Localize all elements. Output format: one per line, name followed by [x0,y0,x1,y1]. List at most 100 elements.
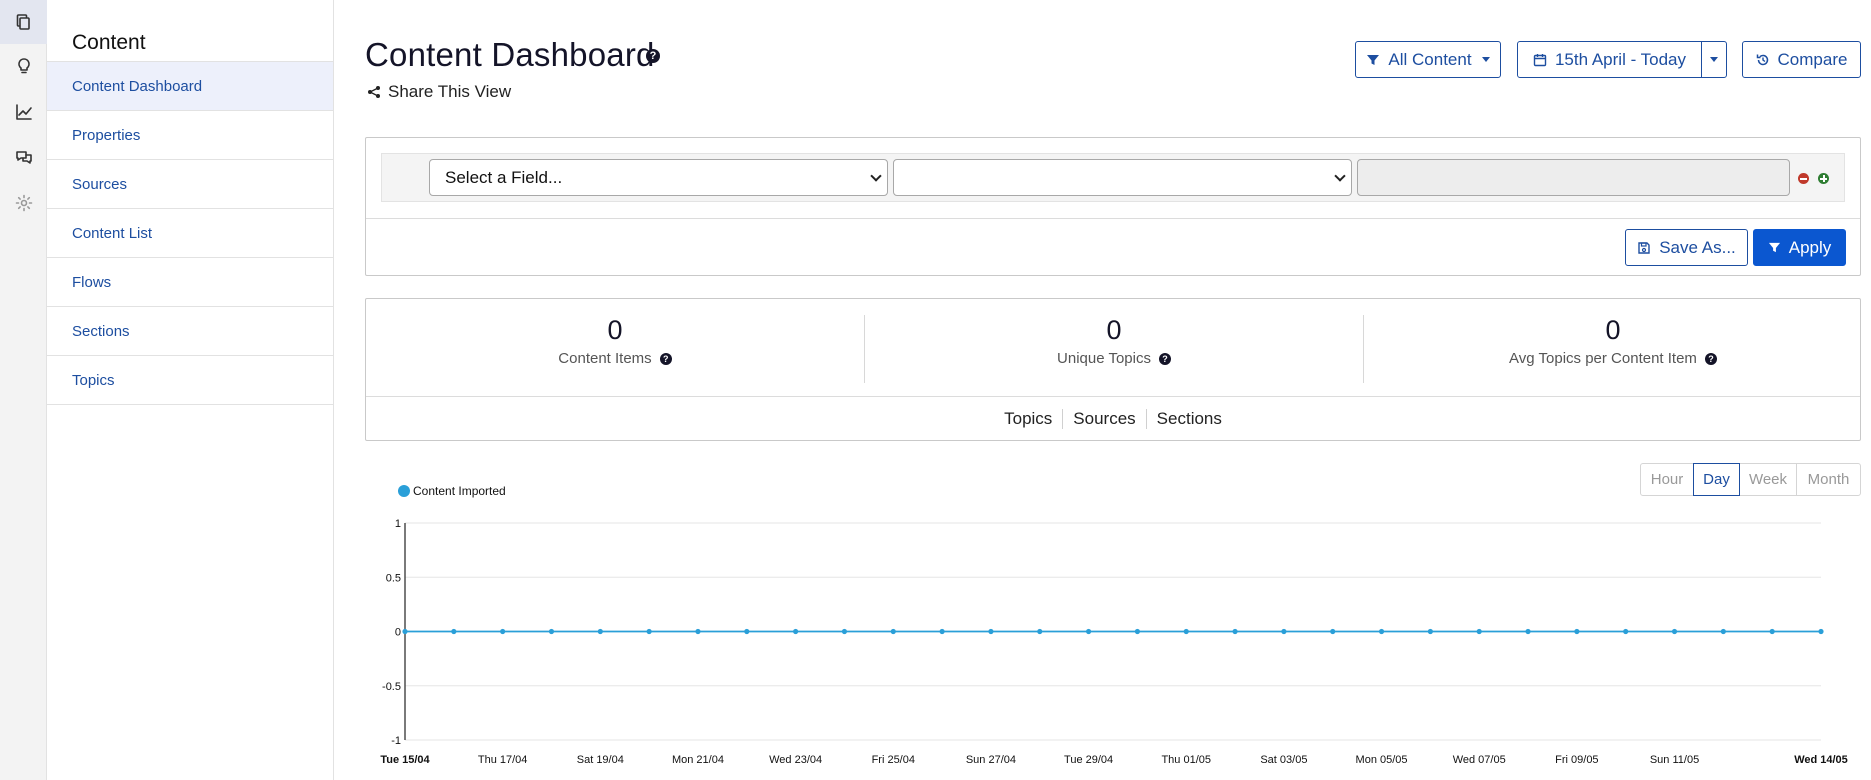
filter-icon [1367,54,1380,65]
x-tick-label: Tue 15/04 [380,754,430,766]
data-point [1183,628,1189,635]
stat-avg-topics: 0 Avg Topics per Content Item? [1364,315,1862,368]
rail-conversations[interactable] [0,136,47,180]
help-icon[interactable]: ? [659,352,672,365]
sidebar-nav: Content Dashboard Properties Sources Con… [47,61,333,405]
sidebar-item-content-dashboard[interactable]: Content Dashboard [47,62,333,111]
rail-insights[interactable] [0,44,47,88]
granularity-month-button[interactable]: Month [1796,463,1861,496]
rail-content[interactable] [0,0,47,44]
y-tick-label: -0.5 [382,681,401,693]
data-point [1623,628,1629,635]
sidebar: Content Content Dashboard Properties Sou… [47,0,334,780]
compare-label: Compare [1777,49,1848,69]
data-point [744,628,750,635]
stat-label: Avg Topics per Content Item [1509,350,1697,367]
caret-down-icon [1481,57,1490,62]
x-tick-label: Wed 14/05 [1794,754,1848,766]
stat-value: 0 [607,315,623,345]
data-point [1281,628,1287,635]
help-icon[interactable]: ? [646,49,660,63]
sidebar-item-sources[interactable]: Sources [47,160,333,209]
x-tick-label: Mon 21/04 [672,754,724,766]
page-title: Content Dashboard [365,36,655,73]
sidebar-item-sections[interactable]: Sections [47,307,333,356]
data-point [646,628,652,635]
stats-panel: 0 Content Items? 0 Unique Topics? 0 Avg … [365,298,1861,441]
help-icon[interactable]: ? [1158,352,1171,365]
data-point [841,628,848,635]
operator-select[interactable] [893,159,1352,196]
content-imported-chart: 1 0.5 0 -0.5 -1 Tue 15/04 Thu 17/04 Sat 19/04 Mo… [380,518,1848,766]
chat-icon [15,151,32,164]
granularity-day-button[interactable]: Day [1693,463,1740,496]
date-range-dropdown-button[interactable] [1701,41,1727,78]
help-icon[interactable]: ? [1704,352,1717,365]
data-point [695,628,701,635]
save-as-label: Save As... [1659,237,1736,257]
line-chart-icon [15,104,32,120]
chevron-down-icon [870,170,882,182]
rail-analytics[interactable] [0,90,47,134]
stat-unique-topics: 0 Unique Topics? [865,315,1363,368]
copy-icon [16,14,30,30]
calendar-icon [1533,53,1547,66]
chart-legend[interactable]: Content Imported [398,484,506,498]
x-tick-label: Wed 07/05 [1453,754,1506,766]
field-select[interactable]: Select a Field... [429,159,888,196]
data-point [890,628,896,635]
data-point [1085,628,1092,635]
tab-topics[interactable]: Topics [994,409,1062,429]
data-point [1476,628,1482,635]
filter-value-input[interactable] [1357,159,1790,196]
data-point [548,628,555,635]
sidebar-item-flows[interactable]: Flows [47,258,333,307]
data-point [793,628,799,635]
date-range-button[interactable]: 15th April - Today [1517,41,1702,78]
compare-button[interactable]: Compare [1742,41,1861,78]
sidebar-item-properties[interactable]: Properties [47,111,333,160]
filter-icon [1768,242,1780,253]
divider [366,218,1860,219]
stat-content-items: 0 Content Items? [366,315,864,368]
data-point [1330,628,1336,635]
data-point [1525,628,1531,635]
share-view-link[interactable]: Share This View [367,82,511,102]
data-point [1037,628,1043,635]
filter-panel: Select a Field... Save As... Apply [365,137,1861,276]
y-tick-label: 0 [395,627,401,639]
granularity-hour-button[interactable]: Hour [1640,463,1694,496]
x-tick-label: Wed 23/04 [769,754,822,766]
save-as-button[interactable]: Save As... [1625,229,1748,266]
x-tick-label: Tue 29/04 [1064,754,1113,766]
icon-rail [0,0,47,780]
data-point [939,628,945,635]
x-tick-label: Mon 05/05 [1356,754,1408,766]
share-label: Share This View [388,82,512,101]
x-tick-label: Thu 01/05 [1161,754,1211,766]
stat-value: 0 [1106,315,1122,345]
add-filter-icon[interactable] [1818,173,1829,184]
apply-button[interactable]: Apply [1753,229,1846,266]
legend-marker [398,485,410,497]
date-range-label: 15th April - Today [1554,49,1687,69]
rail-settings[interactable] [0,181,47,225]
sidebar-item-topics[interactable]: Topics [47,356,333,405]
gear-icon [15,194,32,212]
tab-sections[interactable]: Sections [1145,409,1232,429]
x-tick-label: Sun 27/04 [966,754,1016,766]
sidebar-item-content-list[interactable]: Content List [47,209,333,258]
tab-sources[interactable]: Sources [1062,409,1145,429]
all-content-filter-button[interactable]: All Content [1355,41,1501,78]
data-point [1769,628,1775,635]
legend-label: Content Imported [413,484,506,498]
x-tick-label: Fri 09/05 [1555,754,1598,766]
data-point [1232,628,1238,635]
data-point [597,628,603,635]
granularity-week-button[interactable]: Week [1739,463,1797,496]
remove-filter-icon[interactable] [1798,173,1809,184]
stats-tabs: Topics Sources Sections [366,397,1860,441]
data-point [1427,628,1433,635]
data-point [451,628,457,635]
x-tick-label: Fri 25/04 [872,754,915,766]
